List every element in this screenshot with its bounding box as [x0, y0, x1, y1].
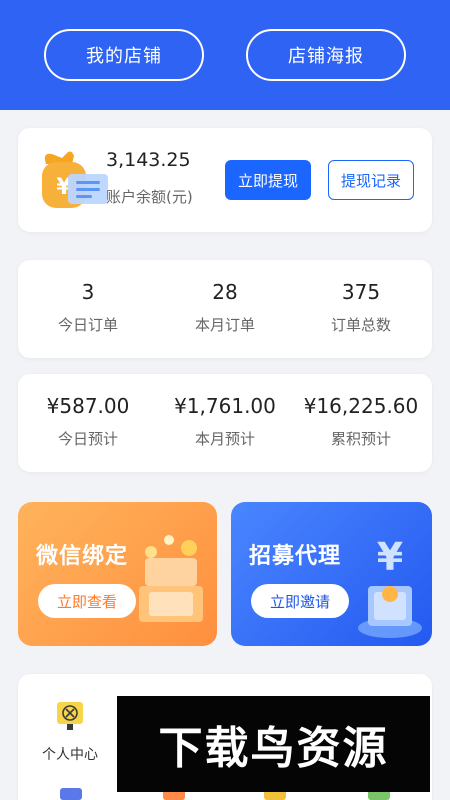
my-store-button[interactable]: 我的店铺 [44, 29, 204, 81]
stat-label: 本月预计 [194, 430, 255, 448]
stat-label: 累积预计 [330, 430, 391, 448]
stat-value: 28 [212, 280, 238, 304]
gift-box-illustration [139, 535, 203, 622]
svg-text:¥: ¥ [377, 535, 403, 579]
withdraw-button[interactable]: 立即提现 [225, 160, 311, 200]
stat-label: 订单总数 [330, 316, 391, 334]
stat-value: 375 [341, 280, 381, 304]
banner-title: 招募代理 [249, 544, 342, 569]
stat-label: 今日订单 [57, 316, 118, 334]
estimates-stats-card: ¥587.00 今日预计 ¥1,761.00 本月预计 ¥16,225.60 累… [18, 374, 432, 472]
view-now-button[interactable]: 立即查看 [38, 584, 136, 618]
menu-icon-partial [60, 788, 82, 800]
withdraw-records-button[interactable]: 提现记录 [328, 160, 414, 200]
menu-item-label: 个人中心 [42, 747, 98, 763]
stat-month-orders[interactable]: 28 本月订单 [155, 280, 295, 335]
stat-today-estimate[interactable]: ¥587.00 今日预计 [18, 394, 158, 449]
watermark-text: 下载鸟资源 [158, 723, 389, 774]
menu-item-personal-center[interactable]: 个人中心 [38, 696, 102, 764]
banner-title: 微信绑定 [36, 544, 129, 569]
watermark-overlay: 下载鸟资源 [117, 696, 430, 792]
yuan-box-illustration: ¥ [358, 535, 422, 638]
header-bar: 我的店铺 店铺海报 [0, 0, 450, 110]
stat-total-orders[interactable]: 375 订单总数 [291, 280, 431, 335]
stat-label: 本月订单 [194, 316, 255, 334]
stat-value: ¥16,225.60 [303, 394, 419, 418]
stat-value: ¥587.00 [46, 394, 130, 418]
store-poster-button[interactable]: 店铺海报 [246, 29, 406, 81]
wallet-icon: ¥ [42, 151, 108, 208]
stat-total-estimate[interactable]: ¥16,225.60 累积预计 [291, 394, 431, 449]
stat-month-estimate[interactable]: ¥1,761.00 本月预计 [155, 394, 295, 449]
stat-value: ¥1,761.00 [174, 394, 276, 418]
balance-label: 账户余额(元) [106, 188, 193, 206]
stat-today-orders[interactable]: 3 今日订单 [18, 280, 158, 335]
recruit-agent-banner[interactable]: 招募代理 立即邀请 ¥ [231, 502, 432, 646]
personal-center-icon [57, 702, 83, 730]
wechat-bind-banner[interactable]: 微信绑定 立即查看 [18, 502, 217, 646]
balance-amount: 3,143.25 [106, 149, 191, 171]
invite-now-button[interactable]: 立即邀请 [251, 584, 349, 618]
orders-stats-card: 3 今日订单 28 本月订单 375 订单总数 [18, 260, 432, 358]
stat-value: 3 [81, 280, 95, 304]
stat-label: 今日预计 [57, 430, 118, 448]
